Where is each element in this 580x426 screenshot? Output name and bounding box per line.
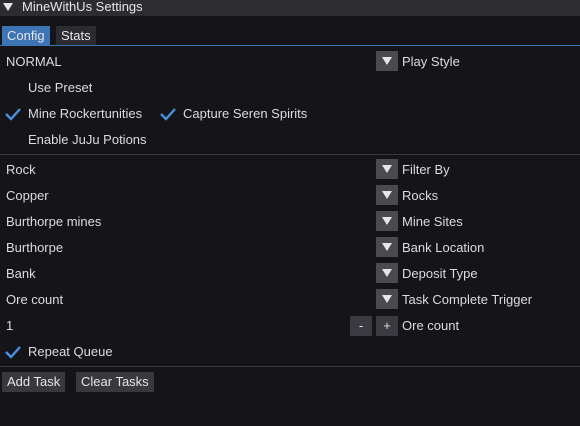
mine-sites-value[interactable]: Burthorpe mines xyxy=(6,214,101,230)
deposit-type-dropdown-button[interactable] xyxy=(376,263,398,283)
filter-by-value[interactable]: Rock xyxy=(6,162,36,178)
filter-by-dropdown-button[interactable] xyxy=(376,159,398,179)
separator xyxy=(0,366,580,367)
capture-seren-spirits-label[interactable]: Capture Seren Spirits xyxy=(183,106,307,122)
filter-by-row: Rock Filter By xyxy=(0,158,580,182)
mine-rockertunities-check-icon[interactable] xyxy=(5,107,21,121)
repeat-queue-label[interactable]: Repeat Queue xyxy=(28,344,113,360)
chevron-down-icon xyxy=(382,269,392,277)
title-bar[interactable]: MineWithUs Settings xyxy=(0,0,580,16)
play-style-value[interactable]: NORMAL xyxy=(6,54,62,70)
bank-location-dropdown-button[interactable] xyxy=(376,237,398,257)
play-style-row: NORMAL Play Style xyxy=(0,50,580,74)
collapse-triangle-icon[interactable] xyxy=(3,2,13,12)
enable-juju-potions-label[interactable]: Enable JuJu Potions xyxy=(28,132,147,148)
chevron-down-icon xyxy=(382,165,392,173)
ore-count-row: 1 - + Ore count xyxy=(0,314,580,338)
tab-underline xyxy=(0,45,580,46)
play-style-dropdown-button[interactable] xyxy=(376,51,398,71)
window-title: MineWithUs Settings xyxy=(22,0,143,14)
deposit-type-row: Bank Deposit Type xyxy=(0,262,580,286)
repeat-queue-row: Repeat Queue xyxy=(0,340,580,364)
checkbox-row: Mine Rockertunities Capture Seren Spirit… xyxy=(0,102,580,126)
bank-location-value[interactable]: Burthorpe xyxy=(6,240,63,256)
tab-bar: Config Stats xyxy=(0,22,580,46)
ore-count-increment-button[interactable]: + xyxy=(376,316,398,336)
tab-stats[interactable]: Stats xyxy=(56,26,96,45)
tab-config[interactable]: Config xyxy=(2,26,50,45)
rocks-dropdown-button[interactable] xyxy=(376,185,398,205)
ore-count-label: Ore count xyxy=(402,318,460,333)
capture-seren-spirits-check-icon[interactable] xyxy=(160,107,176,121)
deposit-type-value[interactable]: Bank xyxy=(6,266,36,282)
rocks-value[interactable]: Copper xyxy=(6,188,49,204)
chevron-down-icon xyxy=(382,295,392,303)
use-preset-label[interactable]: Use Preset xyxy=(28,80,92,96)
clear-tasks-button[interactable]: Clear Tasks xyxy=(76,372,154,392)
separator xyxy=(0,154,580,155)
repeat-queue-check-icon[interactable] xyxy=(5,345,21,359)
chevron-down-icon xyxy=(382,57,392,65)
use-preset-row[interactable]: Use Preset xyxy=(0,76,580,100)
bank-location-label: Bank Location xyxy=(402,240,485,255)
rocks-row: Copper Rocks xyxy=(0,184,580,208)
rocks-label: Rocks xyxy=(402,188,439,203)
ore-count-decrement-button[interactable]: - xyxy=(350,316,372,336)
chevron-down-icon xyxy=(382,191,392,199)
play-style-label: Play Style xyxy=(402,54,460,69)
mine-sites-dropdown-button[interactable] xyxy=(376,211,398,231)
task-complete-trigger-value[interactable]: Ore count xyxy=(6,292,63,308)
task-complete-trigger-dropdown-button[interactable] xyxy=(376,289,398,309)
ore-count-input[interactable]: 1 xyxy=(6,318,13,334)
filter-by-label: Filter By xyxy=(402,162,450,177)
chevron-down-icon xyxy=(382,243,392,251)
add-task-button[interactable]: Add Task xyxy=(2,372,66,392)
deposit-type-label: Deposit Type xyxy=(402,266,478,281)
chevron-down-icon xyxy=(382,217,392,225)
mine-sites-label: Mine Sites xyxy=(402,214,463,229)
juju-potions-row[interactable]: Enable JuJu Potions xyxy=(0,128,580,152)
mine-sites-row: Burthorpe mines Mine Sites xyxy=(0,210,580,234)
bank-location-row: Burthorpe Bank Location xyxy=(0,236,580,260)
mine-rockertunities-label[interactable]: Mine Rockertunities xyxy=(28,106,142,122)
task-complete-trigger-row: Ore count Task Complete Trigger xyxy=(0,288,580,312)
task-complete-trigger-label: Task Complete Trigger xyxy=(402,292,533,307)
